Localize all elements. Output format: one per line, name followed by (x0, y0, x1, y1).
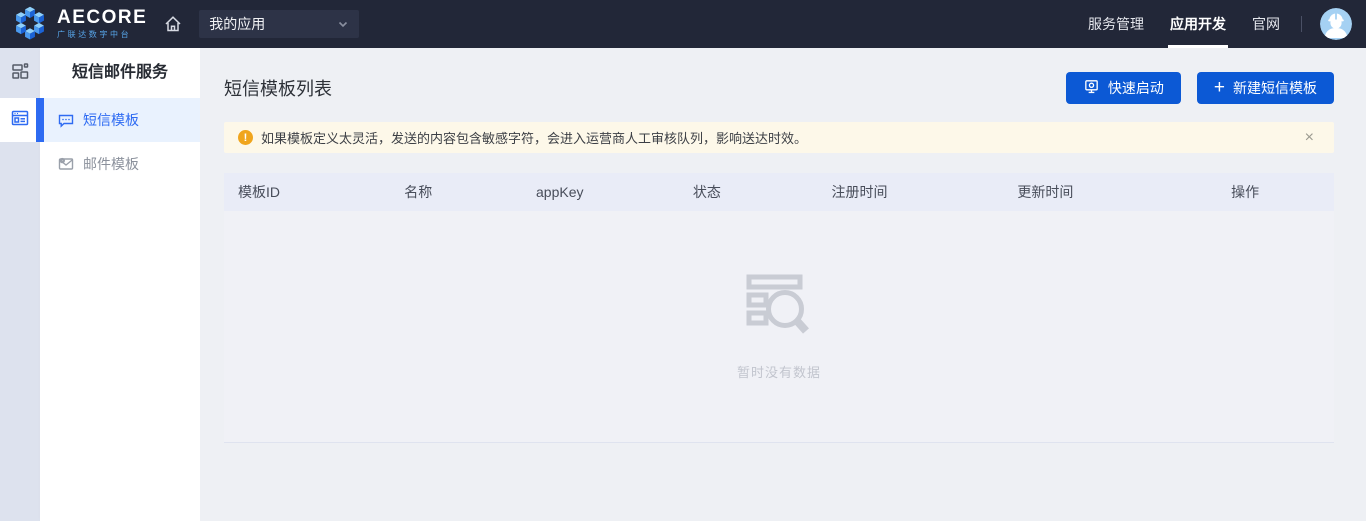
sidebar: 短信邮件服务 短信模板 邮件模板 (40, 48, 200, 521)
top-navbar: AECORE 广联达数字中台 我的应用 服务管理 应用开发 官网 (0, 0, 1366, 48)
template-table: 模板ID 名称 appKey 状态 注册时间 更新时间 操作 暂时没有数据 (224, 173, 1334, 443)
nav-link-official-site[interactable]: 官网 (1239, 0, 1293, 48)
apps-grid-icon (10, 61, 30, 86)
home-icon[interactable] (161, 12, 185, 36)
sidebar-item-sms-template[interactable]: 短信模板 (40, 98, 200, 142)
chevron-down-icon (337, 18, 349, 30)
notice-banner: ! 如果模板定义太灵活，发送的内容包含敏感字符，会进入运营商人工审核队列，影响送… (224, 122, 1334, 153)
cube-logo-icon (12, 4, 48, 45)
notice-text: 如果模板定义太灵活，发送的内容包含敏感字符，会进入运营商人工审核队列，影响送达时… (261, 128, 807, 147)
nav-divider (1301, 16, 1302, 32)
column-header-update-time: 更新时间 (934, 182, 1156, 202)
app-select-dropdown[interactable]: 我的应用 (199, 10, 359, 38)
new-sms-template-button[interactable]: + 新建短信模板 (1197, 72, 1334, 104)
column-header-name: 名称 (346, 182, 490, 202)
icon-rail (0, 48, 40, 521)
notice-close-icon[interactable]: × (1299, 129, 1320, 147)
quick-start-button[interactable]: 快速启动 (1066, 72, 1181, 104)
brand-name: AECORE (57, 8, 147, 28)
quick-start-label: 快速启动 (1108, 78, 1164, 98)
column-header-template-id: 模板ID (224, 182, 346, 202)
brand-logo[interactable]: AECORE 广联达数字中台 (0, 4, 147, 45)
column-header-register-time: 注册时间 (785, 182, 935, 202)
sidebar-item-email-template[interactable]: 邮件模板 (40, 142, 200, 186)
app-select-value: 我的应用 (209, 14, 265, 34)
main-content: 短信模板列表 快速启动 + 新建短信模板 ! 如果模板定义太灵 (200, 48, 1366, 521)
brand-tagline: 广联达数字中台 (57, 29, 147, 40)
user-avatar[interactable] (1320, 8, 1352, 40)
column-header-status: 状态 (629, 182, 784, 202)
empty-search-icon (743, 273, 815, 346)
column-header-appkey: appKey (490, 184, 629, 200)
rail-item-templates[interactable] (0, 98, 40, 142)
launch-monitor-icon (1083, 78, 1100, 98)
nav-link-app-dev[interactable]: 应用开发 (1157, 0, 1239, 48)
email-envelope-icon (57, 155, 75, 173)
column-header-actions: 操作 (1156, 182, 1334, 202)
new-template-label: 新建短信模板 (1233, 78, 1317, 98)
page-title: 短信模板列表 (224, 75, 332, 101)
table-header-row: 模板ID 名称 appKey 状态 注册时间 更新时间 操作 (224, 173, 1334, 211)
empty-state-text: 暂时没有数据 (737, 362, 821, 381)
table-empty-state: 暂时没有数据 (224, 211, 1334, 443)
warning-icon: ! (238, 130, 253, 145)
sidebar-item-label: 邮件模板 (83, 154, 139, 174)
plus-icon: + (1214, 78, 1225, 97)
window-icon (10, 108, 30, 133)
sms-chat-icon (57, 111, 75, 129)
nav-link-service-mgmt[interactable]: 服务管理 (1075, 0, 1157, 48)
sidebar-item-label: 短信模板 (83, 110, 139, 130)
sidebar-title: 短信邮件服务 (40, 48, 200, 98)
rail-item-apps[interactable] (0, 48, 40, 98)
